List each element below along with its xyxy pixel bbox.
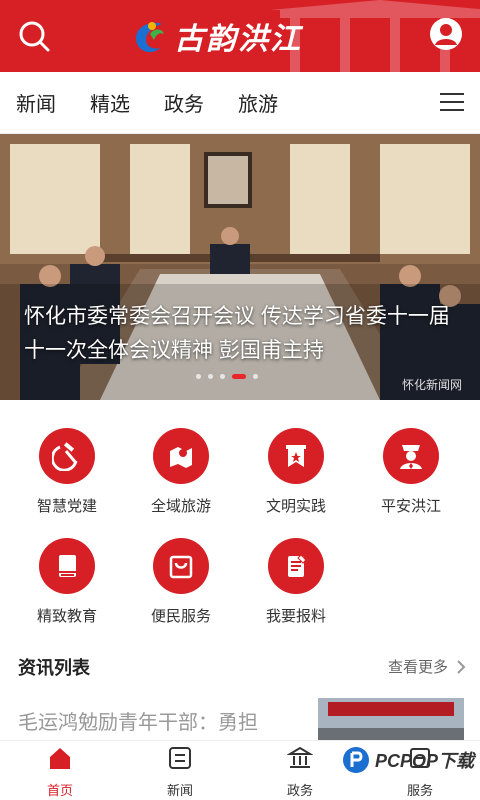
service-label: 便民服务 <box>150 608 211 625</box>
book-icon <box>59 555 76 577</box>
carousel-indicator <box>196 374 258 379</box>
tab-featured[interactable]: 精选 <box>90 88 130 117</box>
pcpop-text: PCPOP下载 <box>374 751 474 771</box>
government-building-icon <box>286 746 314 768</box>
service-report[interactable]: 我要报料 <box>241 538 351 626</box>
service-tourism[interactable]: 全域旅游 <box>126 428 236 516</box>
section-title: 资讯列表 <box>18 658 90 678</box>
service-label: 文明实践 <box>265 498 326 515</box>
nav-label: 首页 <box>46 783 73 798</box>
nav-label: 新闻 <box>166 783 193 798</box>
service-icon-bg <box>39 428 95 484</box>
bottom-navigation: 首页 新闻 政务 服务 PCPOP下载 <box>0 740 480 800</box>
report-clipboard-icon <box>288 554 307 577</box>
service-civilization[interactable]: 文明实践 <box>241 428 351 516</box>
carousel-dot[interactable] <box>220 374 225 379</box>
news-carousel[interactable]: 怀化市委常委会召开会议 传达学习省委十一届十一次全体会议精神 彭国甫主持 怀化新… <box>0 134 480 400</box>
home-icon <box>50 748 70 769</box>
news-icon <box>169 747 191 769</box>
service-icon-bg <box>153 428 209 484</box>
app-header: 古韵洪江 <box>0 0 480 72</box>
service-label: 全域旅游 <box>150 498 211 515</box>
carousel-dot[interactable] <box>208 374 213 379</box>
service-icon-bg <box>39 538 95 594</box>
shopping-bag-icon <box>169 555 193 579</box>
tab-government[interactable]: 政务 <box>164 88 204 117</box>
carousel-dot-active[interactable] <box>232 374 246 379</box>
service-icon-bg <box>153 538 209 594</box>
app-title: 古韵洪江 <box>174 22 302 57</box>
nav-label: 政务 <box>286 783 313 798</box>
search-icon[interactable] <box>16 18 52 54</box>
nav-news[interactable]: 新闻 <box>140 745 220 799</box>
view-more-link[interactable]: 查看更多 <box>388 656 466 677</box>
category-tabs: 新闻 精选 政务 旅游 <box>0 72 480 134</box>
logo-mark-icon <box>136 22 164 53</box>
service-smart-party[interactable]: 智慧党建 <box>12 428 122 516</box>
service-label: 智慧党建 <box>36 498 97 515</box>
service-label: 我要报料 <box>265 608 326 625</box>
service-icon-bg <box>383 428 439 484</box>
view-more-label: 查看更多 <box>387 659 448 676</box>
hammer-sickle-icon <box>52 442 78 471</box>
carousel-caption[interactable]: 怀化市委常委会召开会议 传达学习省委十一届十一次全体会议精神 彭国甫主持 <box>24 300 454 368</box>
pcpop-watermark: PCPOP下载 <box>341 745 474 775</box>
police-badge-icon <box>400 445 422 469</box>
pcpop-logo-icon <box>342 747 369 773</box>
service-label: 平安洪江 <box>380 498 441 515</box>
tab-news[interactable]: 新闻 <box>16 88 56 117</box>
map-pin-icon <box>170 447 192 468</box>
banner-star-icon <box>286 445 306 467</box>
nav-home[interactable]: 首页 <box>20 745 100 799</box>
service-icon-bg <box>268 538 324 594</box>
news-title: 毛运鸿勉励青年干部：勇担 <box>18 712 258 734</box>
service-label: 精致教育 <box>36 608 97 625</box>
user-icon[interactable] <box>428 16 464 52</box>
chevron-right-icon <box>457 659 466 674</box>
service-icon-bg <box>268 428 324 484</box>
tab-tourism[interactable]: 旅游 <box>238 88 278 117</box>
services-grid: 智慧党建 全域旅游 文明实践 平安洪江 精致教育 便民服务 我要报料 <box>0 400 480 636</box>
menu-icon[interactable] <box>440 91 464 113</box>
service-convenience[interactable]: 便民服务 <box>126 538 236 626</box>
service-education[interactable]: 精致教育 <box>12 538 122 626</box>
nav-label: 服务 <box>406 783 433 798</box>
source-watermark: 怀化新闻网 <box>401 378 462 392</box>
news-section-header: 资讯列表 查看更多 <box>0 636 480 698</box>
carousel-dot[interactable] <box>253 374 258 379</box>
app-logo: 古韵洪江 <box>132 14 302 58</box>
nav-government[interactable]: 政务 <box>260 745 340 799</box>
carousel-dot[interactable] <box>196 374 201 379</box>
service-safe-hongjiang[interactable]: 平安洪江 <box>356 428 466 516</box>
